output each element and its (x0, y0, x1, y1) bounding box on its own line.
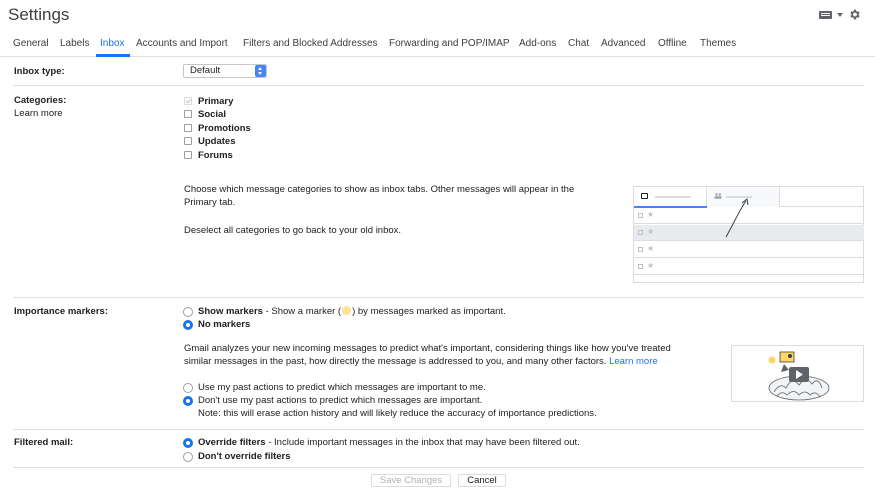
importance-markers-label: Importance markers: (14, 306, 108, 317)
checkbox-primary (184, 97, 192, 105)
tab-filters-and-blocked-addresses[interactable]: Filters and Blocked Addresses (243, 38, 378, 49)
importance-marker-icon (342, 306, 352, 315)
page-title: Settings (8, 5, 70, 24)
category-primary-label: Primary (198, 96, 234, 107)
star-icon: ★ (647, 227, 655, 236)
radio-no-markers[interactable] (183, 320, 193, 330)
radio-use-past-actions[interactable] (183, 383, 193, 393)
divider (13, 467, 864, 468)
importance-video-thumbnail[interactable] (731, 345, 864, 402)
star-icon: ★ (647, 244, 655, 253)
categories-description-cont: Primary tab. (184, 197, 236, 208)
save-changes-button[interactable]: Save Changes (371, 474, 451, 487)
categories-description: Choose which message categories to show … (184, 184, 575, 195)
tab-general[interactable]: General (13, 38, 49, 49)
tab-labels[interactable]: Labels (60, 38, 89, 49)
checkbox-promotions[interactable] (184, 124, 192, 132)
categories-deselect-note: Deselect all categories to go back to yo… (184, 225, 402, 236)
star-icon: ★ (647, 261, 655, 270)
cancel-button[interactable]: Cancel (458, 474, 506, 487)
category-forums-label[interactable]: Forums (198, 150, 233, 161)
radio-dont-override-filters[interactable] (183, 452, 193, 462)
tab-offline[interactable]: Offline (658, 38, 687, 49)
checkbox-icon (638, 264, 643, 269)
inbox-type-label: Inbox type: (14, 66, 65, 77)
placeholder-line (655, 196, 691, 198)
checkbox-icon (638, 213, 643, 218)
illustration-message-row: ★ (634, 242, 864, 258)
dont-override-filters-option[interactable]: Don't override filters (198, 450, 291, 463)
categories-learn-more-link[interactable]: Learn more (14, 107, 63, 120)
curved-arrow-icon (725, 198, 749, 238)
importance-learn-more-link[interactable]: Learn more (609, 356, 658, 367)
keyboard-icon[interactable] (819, 10, 832, 19)
category-updates-label[interactable]: Updates (198, 136, 235, 147)
tab-chat[interactable]: Chat (568, 38, 589, 49)
settings-tab-bar: General Labels Inbox Accounts and Import… (0, 30, 875, 57)
importance-analysis-text-cont: similar messages in the past, how direct… (184, 356, 658, 367)
tab-themes[interactable]: Themes (700, 38, 736, 49)
gear-icon[interactable] (848, 8, 861, 21)
tab-forwarding-and-pop-imap[interactable]: Forwarding and POP/IMAP (389, 38, 510, 49)
illustration-message-row: ★ (634, 259, 864, 275)
filtered-mail-label: Filtered mail: (14, 437, 74, 448)
categories-label: Categories: (14, 95, 67, 106)
category-social-label[interactable]: Social (198, 109, 226, 120)
show-markers-option[interactable]: Show markers - Show a marker () by messa… (198, 305, 506, 318)
divider (13, 429, 864, 430)
checkbox-updates[interactable] (184, 137, 192, 145)
checkbox-social[interactable] (184, 110, 192, 118)
video-illustration (768, 351, 830, 401)
illustration-primary-tab (634, 187, 707, 208)
dont-use-past-actions-option[interactable]: Don't use my past actions to predict whi… (198, 394, 482, 407)
checkbox-forums[interactable] (184, 151, 192, 159)
divider (13, 85, 864, 86)
people-icon (714, 193, 722, 199)
tab-accounts-and-import[interactable]: Accounts and Import (136, 38, 228, 49)
select-arrows-icon (255, 65, 266, 77)
use-past-actions-option[interactable]: Use my past actions to predict which mes… (198, 381, 486, 394)
active-tab-indicator (96, 54, 130, 57)
tab-add-ons[interactable]: Add-ons (519, 38, 556, 49)
chevron-down-icon[interactable] (837, 12, 843, 17)
checkbox-icon (638, 230, 643, 235)
tab-advanced[interactable]: Advanced (601, 38, 645, 49)
no-markers-option[interactable]: No markers (198, 318, 250, 331)
inbox-icon (641, 193, 648, 199)
tab-inbox[interactable]: Inbox (100, 38, 124, 49)
checkbox-icon (638, 247, 643, 252)
radio-dont-use-past-actions[interactable] (183, 396, 193, 406)
inbox-type-value: Default (190, 65, 221, 76)
dont-use-past-actions-note: Note: this will erase action history and… (198, 408, 597, 419)
divider (13, 297, 864, 298)
category-promotions-label[interactable]: Promotions (198, 123, 251, 134)
override-filters-option[interactable]: Override filters - Include important mes… (198, 436, 580, 449)
radio-show-markers[interactable] (183, 307, 193, 317)
star-icon: ★ (647, 210, 655, 219)
radio-override-filters[interactable] (183, 438, 193, 448)
inbox-tabs-illustration: ★ ★ ★ ★ (633, 186, 864, 283)
top-icon-group (819, 8, 861, 21)
inbox-type-select[interactable]: Default (183, 64, 267, 78)
importance-analysis-text: Gmail analyzes your new incoming message… (184, 343, 671, 354)
